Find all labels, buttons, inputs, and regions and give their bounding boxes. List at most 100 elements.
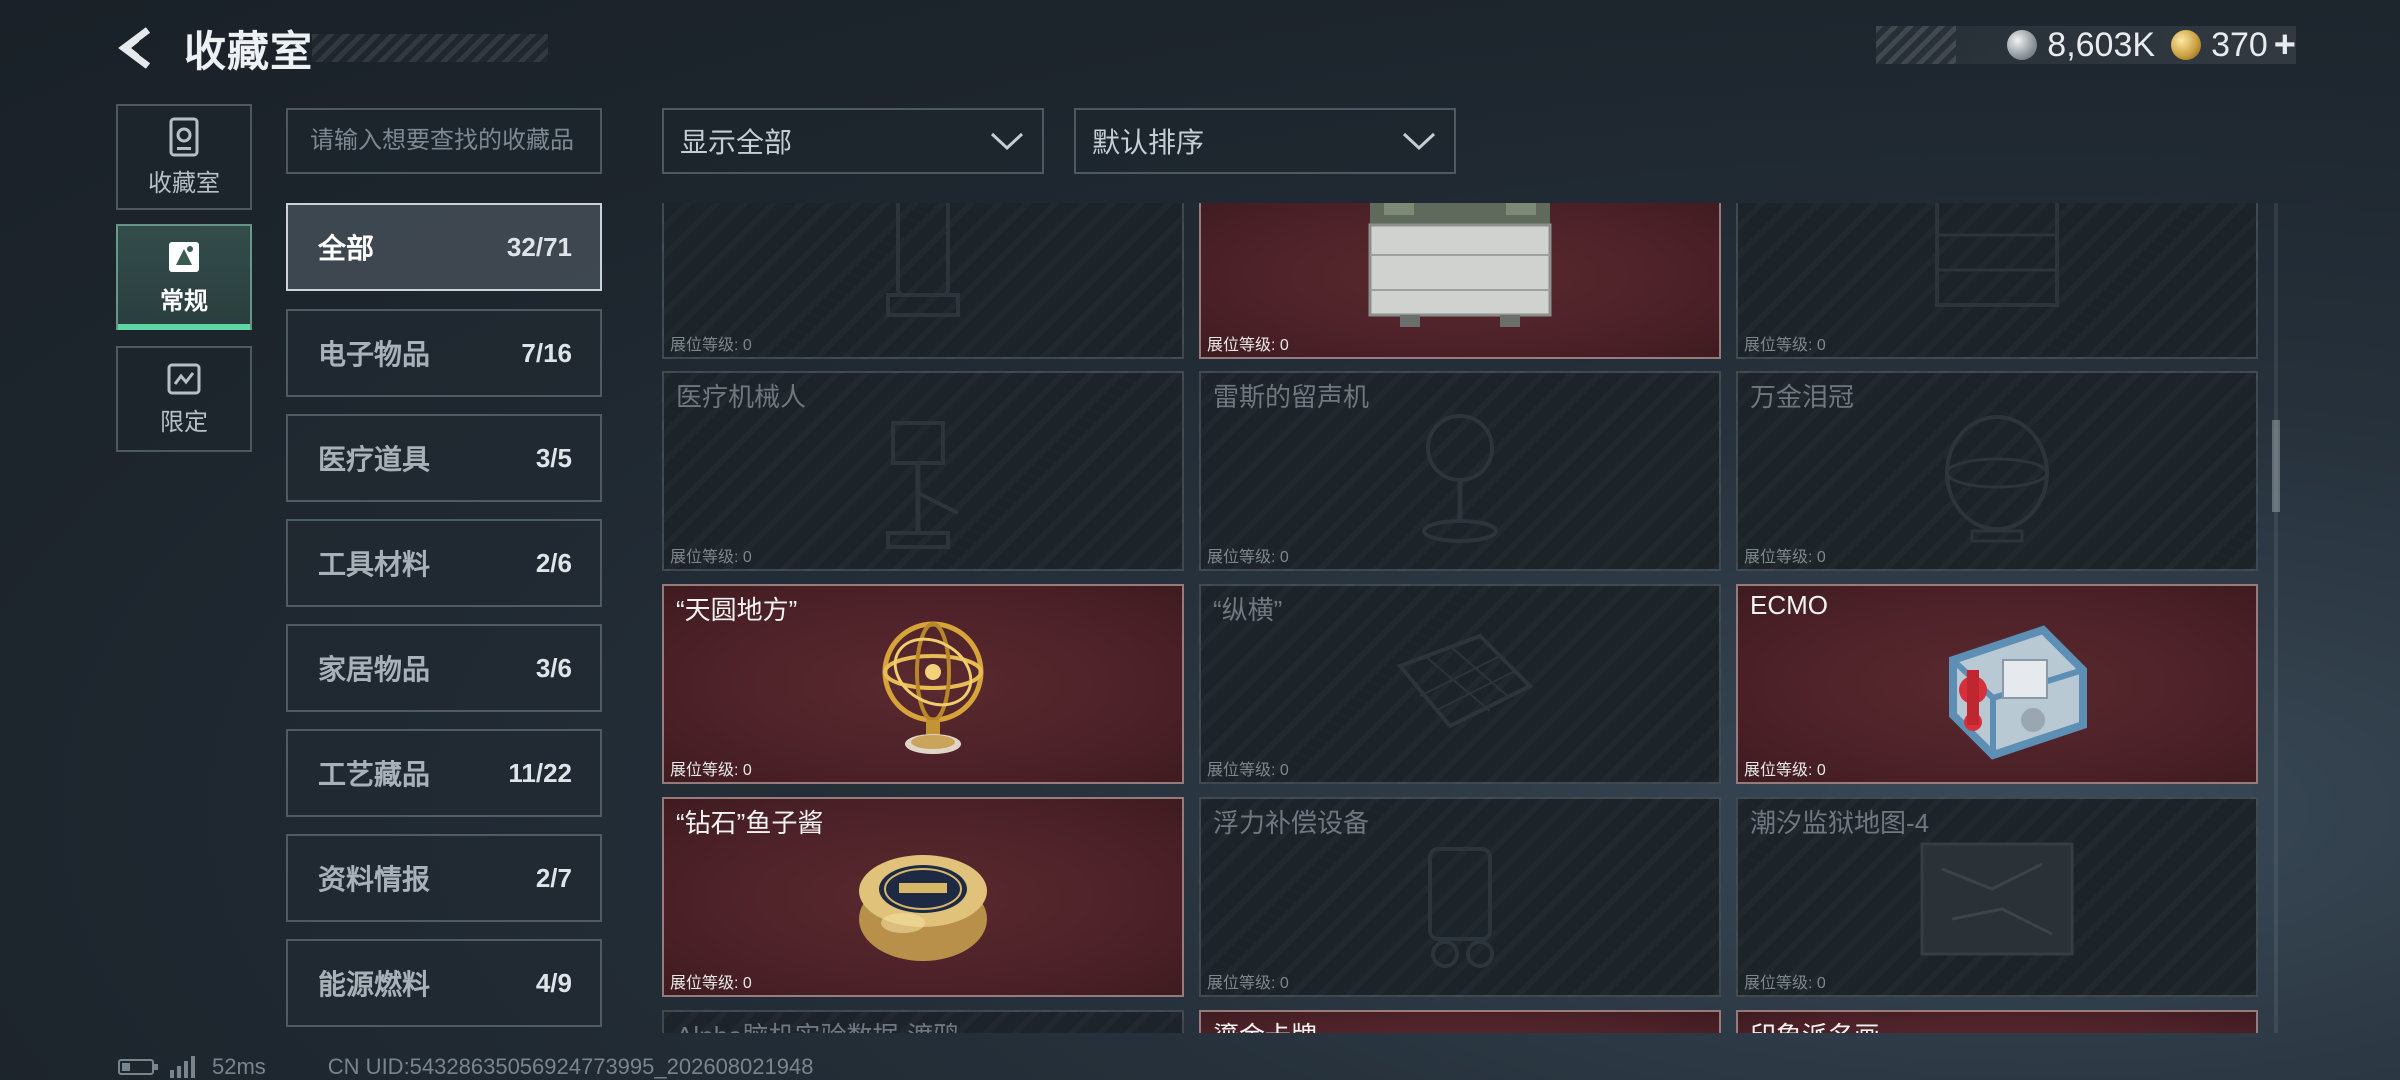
category-tools[interactable]: 工具材料 2/6: [286, 519, 602, 607]
category-count: 4/9: [535, 967, 572, 998]
booth-level: 展位等级: 0: [1207, 549, 1289, 566]
title-decoration: [312, 34, 548, 62]
signal-icon: [170, 1056, 195, 1078]
collectible-card-caviar[interactable]: “钻石”鱼子酱 展位等级: 0: [662, 797, 1184, 997]
chevron-down-icon: [1402, 132, 1436, 151]
collectible-card-gramophone[interactable]: 雷斯的留声机 展位等级: 0: [1199, 371, 1721, 571]
search-input[interactable]: [286, 108, 602, 174]
user-uid: CN UID:543286350569247739​95_20260802194…: [327, 1054, 814, 1079]
category-electronics[interactable]: 电子物品 7/16: [286, 309, 602, 397]
collectible-name: Alpha脑机实验数据-渡鸦: [676, 1016, 959, 1033]
category-name: 资料情报: [318, 864, 431, 895]
display-filter-value: 显示全部: [680, 127, 793, 158]
booth-level: 展位等级: 0: [1744, 975, 1826, 992]
category-name: 能源燃料: [318, 969, 431, 1000]
gold-coin-icon: [2171, 30, 2202, 60]
medical-robot-icon: [886, 421, 959, 549]
tank-device-icon: [886, 203, 960, 317]
tab-label: 常规: [160, 287, 208, 315]
tab-regular[interactable]: 常规: [116, 224, 252, 330]
category-name: 医疗道具: [318, 444, 431, 475]
crown-egg-icon: [1945, 415, 2049, 543]
scrollbar-thumb[interactable]: [2272, 420, 2280, 512]
category-name: 工艺藏品: [318, 759, 431, 790]
booth-level: 展位等级: 0: [1744, 549, 1826, 566]
gold-currency[interactable]: 370 +: [2171, 24, 2296, 67]
sort-value: 默认排序: [1092, 127, 1205, 158]
booth-level: 展位等级: 0: [670, 337, 752, 354]
category-crafts[interactable]: 工艺藏品 11/22: [286, 729, 602, 817]
silver-amount: 8,603K: [2047, 25, 2156, 64]
caviar-tin-icon: [859, 855, 987, 961]
collectible-card-alpha-data[interactable]: Alpha脑机实验数据-渡鸦: [662, 1010, 1184, 1033]
category-name: 电子物品: [318, 339, 431, 370]
collectible-card-chessboard[interactable]: “纵横” 展位等级: 0: [1199, 584, 1721, 784]
armillary-sphere-icon: [882, 621, 984, 754]
category-name: 家居物品: [318, 654, 431, 685]
booth-level: 展位等级: 0: [1207, 975, 1289, 992]
tab-label: 限定: [160, 408, 208, 436]
add-currency-icon[interactable]: +: [2274, 24, 2296, 67]
limited-icon: [167, 363, 201, 394]
booth-level: 展位等级: 0: [1744, 762, 1826, 779]
category-intel[interactable]: 资料情报 2/7: [286, 834, 602, 922]
collectibles-grid[interactable]: 展位等级: 0 展位等级: 0 展位等级: 0 医疗机械人 展位等级: 0 雷斯…: [662, 203, 2258, 1033]
collectible-name: 雷斯的留声机: [1213, 382, 1370, 412]
back-arrow-icon: [118, 27, 151, 69]
map-icon: [1920, 842, 2074, 956]
collectible-card[interactable]: 展位等级: 0: [1736, 203, 2258, 359]
category-count: 32/71: [506, 231, 572, 262]
tab-label: 收藏室: [148, 169, 220, 197]
collectible-name: ECMO: [1750, 590, 1828, 620]
collectible-name: “天圆地方”: [676, 595, 798, 625]
category-count: 2/7: [535, 862, 572, 893]
category-energy[interactable]: 能源燃料 4/9: [286, 939, 602, 1027]
category-household[interactable]: 家居物品 3/6: [286, 624, 602, 712]
gold-amount: 370: [2211, 25, 2268, 64]
page-title: 收藏室: [184, 28, 314, 75]
silver-coin-icon: [2007, 30, 2038, 60]
booth-level: 展位等级: 0: [670, 975, 752, 992]
booth-level: 展位等级: 0: [1207, 337, 1289, 354]
regular-icon: [169, 241, 199, 272]
server-box-icon: [1935, 203, 2059, 307]
display-filter-dropdown[interactable]: 显示全部: [662, 108, 1044, 174]
tab-collection-room[interactable]: 收藏室: [116, 104, 252, 210]
tab-limited[interactable]: 限定: [116, 346, 252, 452]
gramophone-icon: [1422, 414, 1498, 543]
category-count: 3/5: [535, 442, 572, 473]
collectible-card-ecmo[interactable]: ECMO 展位等级: 0: [1736, 584, 2258, 784]
collectible-name: 潮汐监狱地图-4: [1750, 808, 1930, 838]
collectible-card-crown[interactable]: 万金泪冠 展位等级: 0: [1736, 371, 2258, 571]
silver-currency: 8,603K: [2007, 26, 2155, 65]
category-name: 工具材料: [318, 549, 431, 580]
booth-level: 展位等级: 0: [670, 762, 752, 779]
collectible-card[interactable]: 展位等级: 0: [662, 203, 1184, 359]
booth-level: 展位等级: 0: [1744, 337, 1826, 354]
collectible-card-buoyancy[interactable]: 浮力补偿设备 展位等级: 0: [1199, 797, 1721, 997]
category-count: 11/22: [508, 757, 572, 788]
collection-room-icon: [169, 117, 199, 156]
category-count: 2/6: [535, 547, 572, 578]
scrollbar-track[interactable]: [2274, 203, 2278, 1033]
collectible-card-medical-robot[interactable]: 医疗机械人 展位等级: 0: [662, 371, 1184, 571]
booth-level: 展位等级: 0: [670, 549, 752, 566]
chevron-down-icon: [990, 132, 1024, 151]
collectible-name: 印象派名画: [1750, 1016, 1880, 1033]
collectible-name: 浮力补偿设备: [1213, 808, 1370, 838]
category-all[interactable]: 全部 32/71: [286, 203, 602, 291]
back-button[interactable]: [112, 22, 160, 74]
collectible-card-painting[interactable]: 印象派名画: [1736, 1010, 2258, 1033]
collectible-card[interactable]: 展位等级: 0: [1199, 203, 1721, 359]
collectible-name: 医疗机械人: [676, 382, 807, 412]
category-name: 全部: [318, 233, 375, 264]
sort-dropdown[interactable]: 默认排序: [1074, 108, 1456, 174]
booth-level: 展位等级: 0: [1207, 762, 1289, 779]
category-medical[interactable]: 医疗道具 3/5: [286, 414, 602, 502]
chessboard-icon: [1396, 633, 1534, 729]
collectible-card-armillary[interactable]: “天圆地方” 展位等级: 0: [662, 584, 1184, 784]
collectible-card-map[interactable]: 潮汐监狱地图-4 展位等级: 0: [1736, 797, 2258, 997]
military-battery-icon: [1368, 203, 1552, 327]
collectible-card-gilded-card[interactable]: 鎏金卡牌: [1199, 1010, 1721, 1033]
collectible-name: “纵横”: [1213, 595, 1283, 625]
